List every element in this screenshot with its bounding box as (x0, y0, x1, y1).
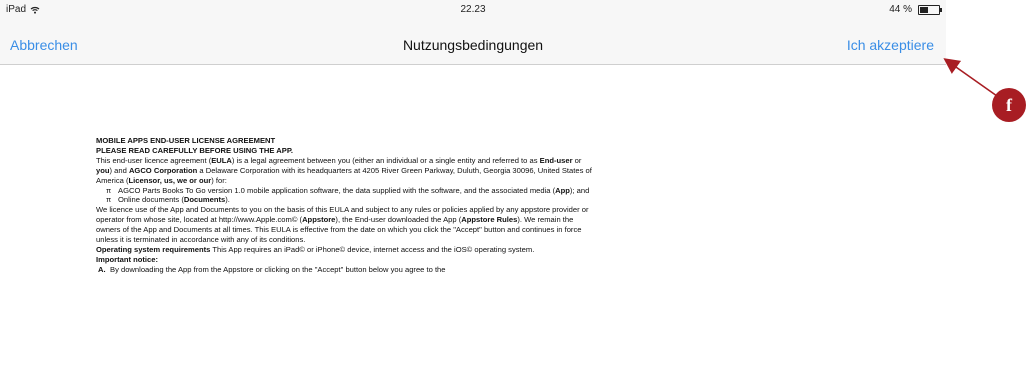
notice-item-label: A. (98, 264, 106, 274)
term-app: App (555, 185, 570, 195)
term-documents: Documents (183, 195, 226, 205)
term-you: you (96, 165, 110, 175)
battery-icon (918, 4, 942, 15)
eula-license-paragraph: We licence use of the App and Documents … (96, 205, 594, 245)
text-run: This App requires an iPad© or iPhone© de… (210, 244, 535, 254)
text-run: ), the End-user downloaded the App ( (335, 215, 462, 225)
term-eula: EULA (211, 155, 232, 165)
eula-bullet-list: π AGCO Parts Books To Go version 1.0 mob… (96, 186, 594, 206)
accept-button[interactable]: Ich akzeptiere (847, 37, 934, 53)
text-run: ) is a legal agreement between you (eith… (231, 155, 540, 165)
important-notice-heading: Important notice: (96, 254, 159, 264)
list-item: π Online documents (Documents). (96, 195, 594, 205)
term-licensor: Licensor, us, we or our (128, 175, 212, 185)
eula-document[interactable]: MOBILE APPS END-USER LICENSE AGREEMENT P… (96, 136, 594, 275)
text-run: AGCO Parts Books To Go version 1.0 mobil… (118, 185, 556, 195)
text-run: ). (225, 195, 230, 205)
page-title: Nutzungsbedingungen (402, 37, 544, 53)
list-item: π AGCO Parts Books To Go version 1.0 mob… (96, 186, 594, 196)
text-run: ); and (569, 185, 590, 195)
eula-subheading: PLEASE READ CAREFULLY BEFORE USING THE A… (96, 145, 294, 155)
status-bar: iPad 22.23 44 % (0, 0, 946, 20)
bullet-marker: π (106, 185, 112, 195)
os-requirements-label: Operating system requirements (96, 244, 211, 254)
notice-item-a: A. By downloading the App from the Appst… (96, 265, 594, 275)
text-run: or (572, 155, 582, 165)
text-run: By downloading the App from the Appstore… (110, 264, 446, 274)
annotation-arrow (943, 58, 998, 97)
text-run: ) for: (211, 175, 227, 185)
text-run: Online documents ( (118, 195, 184, 205)
term-end-user: End-user (539, 155, 573, 165)
term-appstore: Appstore (302, 215, 336, 225)
annotation-marker: f (992, 88, 1026, 122)
text-run: This end-user licence agreement ( (96, 155, 212, 165)
status-right: 44 % (889, 4, 942, 15)
term-appstore-rules: Appstore Rules (461, 215, 518, 225)
term-agco: AGCO Corporation (128, 165, 198, 175)
nav-bar: Abbrechen Nutzungsbedingungen Ich akzept… (0, 20, 946, 65)
ipad-screen: iPad 22.23 44 % Abbrechen Nutzungsbeding… (0, 0, 946, 366)
battery-fill (920, 6, 928, 13)
eula-intro-paragraph: This end-user licence agreement (EULA) i… (96, 156, 594, 186)
status-time: 22.23 (460, 4, 486, 15)
eula-heading: MOBILE APPS END-USER LICENSE AGREEMENT (96, 136, 276, 145)
bullet-marker: π (106, 195, 112, 205)
eula-os-paragraph: Operating system requirements This App r… (96, 245, 594, 255)
text-run: ) and (109, 165, 129, 175)
battery-percent: 44 % (889, 4, 912, 15)
